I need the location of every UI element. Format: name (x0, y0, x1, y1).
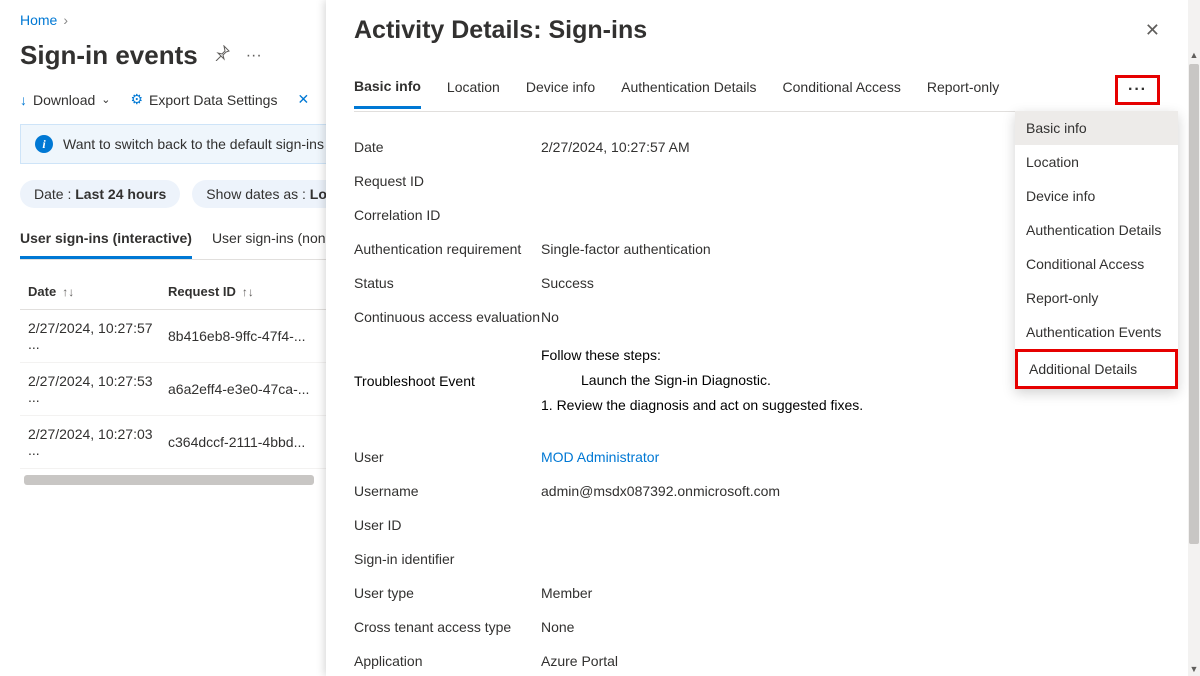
tab-interactive[interactable]: User sign-ins (interactive) (20, 222, 192, 259)
tab-noninteractive[interactable]: User sign-ins (non (212, 222, 326, 259)
tab-basic-info[interactable]: Basic info (354, 78, 421, 109)
tab-device-info[interactable]: Device info (526, 79, 595, 107)
label-cross-tenant: Cross tenant access type (354, 619, 541, 635)
horizontal-scrollbar[interactable] (24, 475, 314, 485)
label-user-type: User type (354, 585, 541, 601)
value-user-type: Member (541, 585, 1160, 601)
menu-item-additional-details[interactable]: Additional Details (1015, 349, 1178, 389)
gear-icon: ⚙ (130, 91, 143, 108)
label-signin-identifier: Sign-in identifier (354, 551, 541, 567)
menu-item-conditional-access[interactable]: Conditional Access (1015, 247, 1178, 281)
label-troubleshoot: Troubleshoot Event (354, 343, 541, 419)
label-status: Status (354, 275, 541, 291)
sort-icon[interactable]: ↑↓ (242, 285, 254, 299)
label-cae: Continuous access evaluation (354, 309, 541, 325)
page-title: Sign-in events (20, 40, 198, 71)
export-settings-button[interactable]: ⚙ Export Data Settings (130, 91, 277, 108)
label-correlation-id: Correlation ID (354, 207, 541, 223)
value-cross-tenant: None (541, 619, 1160, 635)
filter-date[interactable]: Date : Last 24 hours (20, 180, 180, 208)
panel-title: Activity Details: Sign-ins (354, 16, 647, 45)
banner-text: Want to switch back to the default sign-… (63, 136, 366, 152)
download-button[interactable]: ↓ Download ⌄ (20, 92, 110, 108)
troubleshoot-step: 1. Review the diagnosis and act on sugge… (541, 393, 1160, 418)
download-icon: ↓ (20, 92, 27, 108)
more-icon[interactable]: ··· (246, 47, 262, 65)
scroll-up-icon[interactable]: ▲ (1188, 48, 1200, 62)
tab-auth-details[interactable]: Authentication Details (621, 79, 756, 107)
panel-tabs: Basic info Location Device info Authenti… (354, 75, 1160, 112)
menu-item-location[interactable]: Location (1015, 145, 1178, 179)
value-application: Azure Portal (541, 653, 1160, 669)
tool-icon[interactable]: ✕ (297, 91, 309, 108)
label-username: Username (354, 483, 541, 499)
chevron-right-icon: › (63, 12, 68, 28)
value-user-id (541, 517, 1160, 533)
col-request-id[interactable]: Request ID (168, 284, 236, 299)
tabs-overflow-menu: Basic info Location Device info Authenti… (1015, 111, 1178, 389)
label-application: Application (354, 653, 541, 669)
col-date[interactable]: Date (28, 284, 56, 299)
tab-report-only[interactable]: Report-only (927, 79, 999, 107)
info-icon: i (35, 135, 53, 153)
vertical-scrollbar[interactable]: ▲ ▼ (1188, 0, 1200, 676)
label-request-id: Request ID (354, 173, 541, 189)
more-tabs-button[interactable]: ··· (1115, 75, 1160, 105)
label-user-id: User ID (354, 517, 541, 533)
close-icon[interactable]: ✕ (1145, 20, 1160, 41)
menu-item-report-only[interactable]: Report-only (1015, 281, 1178, 315)
menu-item-auth-events[interactable]: Authentication Events (1015, 315, 1178, 349)
breadcrumb-home[interactable]: Home (20, 12, 57, 28)
label-date: Date (354, 139, 541, 155)
label-user: User (354, 449, 541, 465)
scroll-down-icon[interactable]: ▼ (1188, 662, 1200, 676)
value-signin-identifier (541, 551, 1160, 567)
sort-icon[interactable]: ↑↓ (62, 285, 74, 299)
menu-item-device-info[interactable]: Device info (1015, 179, 1178, 213)
menu-item-basic-info[interactable]: Basic info (1015, 111, 1178, 145)
tab-conditional-access[interactable]: Conditional Access (783, 79, 901, 107)
chevron-down-icon: ⌄ (101, 93, 110, 106)
scroll-thumb[interactable] (1189, 64, 1199, 544)
label-auth-requirement: Authentication requirement (354, 241, 541, 257)
pin-icon[interactable] (214, 45, 230, 66)
value-username: admin@msdx087392.onmicrosoft.com (541, 483, 1160, 499)
tab-location[interactable]: Location (447, 79, 500, 107)
menu-item-auth-details[interactable]: Authentication Details (1015, 213, 1178, 247)
value-user-link[interactable]: MOD Administrator (541, 449, 659, 465)
launch-diagnostic-link[interactable]: Launch the Sign-in Diagnostic. (581, 372, 771, 388)
